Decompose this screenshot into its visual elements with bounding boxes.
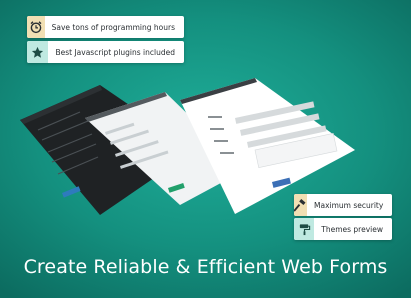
badge-label: Best Javascript plugins included	[55, 47, 175, 57]
hammer-icon	[294, 194, 307, 216]
feature-badge-maximum-security: Maximum security	[294, 194, 392, 216]
star-icon	[27, 41, 49, 63]
hero-banner: Save tons of programming hours Best Java…	[0, 0, 411, 298]
headline: Create Reliable & Efficient Web Forms	[23, 256, 388, 278]
paint-roller-icon	[294, 218, 315, 240]
badge-label: Maximum security	[314, 200, 384, 210]
badge-label: Save tons of programming hours	[51, 22, 175, 32]
feature-badge-themes-preview: Themes preview	[294, 218, 392, 240]
feature-badge-programming-hours: Save tons of programming hours	[27, 16, 184, 38]
badge-label: Themes preview	[321, 224, 383, 234]
feature-badge-javascript-plugins: Best Javascript plugins included	[27, 41, 184, 63]
alarm-clock-icon	[27, 16, 45, 38]
